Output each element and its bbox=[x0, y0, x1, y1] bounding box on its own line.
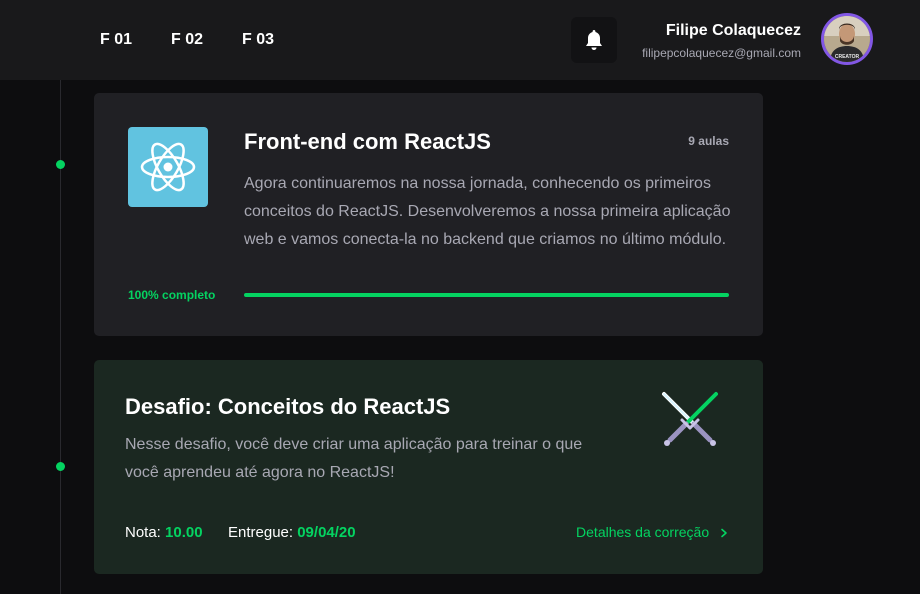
top-bar: F 01 F 02 F 03 Filipe Colaquecez filipep… bbox=[0, 0, 920, 80]
nav-item-f01[interactable]: F 01 bbox=[100, 31, 132, 49]
timeline-dot bbox=[56, 160, 65, 169]
progress-label: 100% completo bbox=[128, 288, 216, 302]
grade: Nota: 10.00 bbox=[125, 524, 203, 541]
delivered-label: Entregue: bbox=[228, 524, 294, 541]
avatar-shirt-text: CREATOR bbox=[835, 54, 860, 60]
details-link-label: Detalhes da correção bbox=[576, 524, 710, 540]
react-icon bbox=[140, 142, 196, 192]
challenge-card[interactable]: Desafio: Conceitos do ReactJS Nesse desa… bbox=[94, 360, 763, 574]
bell-icon bbox=[586, 30, 602, 50]
user-name: Filipe Colaquecez bbox=[665, 22, 801, 39]
lessons-count: 9 aulas bbox=[688, 134, 729, 148]
notifications-button[interactable] bbox=[571, 17, 617, 63]
delivered-date: 09/04/20 bbox=[297, 524, 356, 541]
avatar[interactable]: CREATOR bbox=[821, 13, 873, 65]
grade-value: 10.00 bbox=[165, 524, 203, 541]
nav-item-f03[interactable]: F 03 bbox=[242, 31, 274, 49]
challenge-title: Desafio: Conceitos do ReactJS bbox=[125, 394, 451, 419]
progress-bar bbox=[244, 293, 729, 297]
avatar-photo: CREATOR bbox=[824, 16, 870, 62]
module-description: Agora continuaremos na nossa jornada, co… bbox=[244, 175, 731, 248]
correction-details-link[interactable]: Detalhes da correção bbox=[576, 524, 729, 540]
delivered: Entregue: 09/04/20 bbox=[228, 524, 356, 541]
user-email: filipepcolaquecez@gmail.com bbox=[642, 46, 801, 60]
module-title: Front-end com ReactJS bbox=[244, 129, 491, 154]
crossed-swords-icon bbox=[662, 392, 718, 446]
timeline-line bbox=[60, 80, 61, 594]
react-logo bbox=[128, 127, 208, 207]
grade-label: Nota: bbox=[125, 524, 161, 541]
timeline-dot bbox=[56, 462, 65, 471]
challenge-description: Nesse desafio, você deve criar uma aplic… bbox=[125, 436, 583, 481]
progress-bar-fill bbox=[244, 293, 729, 297]
module-card[interactable]: Front-end com ReactJS 9 aulas Agora cont… bbox=[94, 93, 763, 336]
chevron-right-icon bbox=[721, 528, 727, 538]
nav-item-f02[interactable]: F 02 bbox=[171, 31, 203, 49]
